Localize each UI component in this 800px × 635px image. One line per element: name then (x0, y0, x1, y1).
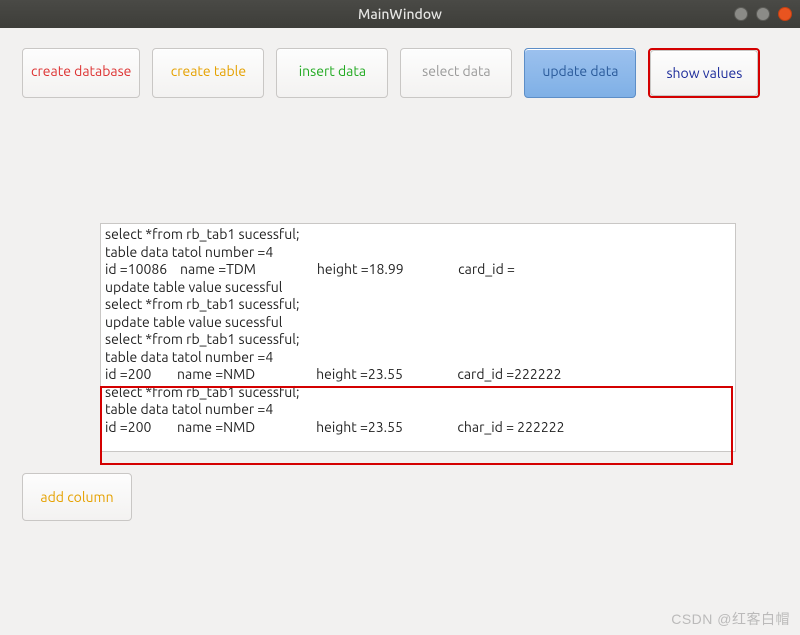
output-container: select *from rb_tab1 sucessful; table da… (100, 223, 736, 452)
minimize-icon[interactable] (734, 7, 748, 21)
titlebar: MainWindow (0, 0, 800, 28)
create-database-button[interactable]: create database (22, 48, 140, 98)
add-column-button[interactable]: add column (22, 473, 132, 521)
show-values-button[interactable]: show values (650, 50, 758, 96)
maximize-icon[interactable] (756, 7, 770, 21)
close-icon[interactable] (778, 7, 792, 21)
highlight-show-values: show values (648, 48, 760, 98)
toolbar: create database create table insert data… (22, 48, 778, 98)
watermark: CSDN @红客白帽 (671, 609, 790, 629)
update-data-button[interactable]: update data (524, 48, 636, 98)
create-table-button[interactable]: create table (152, 48, 264, 98)
window-title: MainWindow (358, 6, 442, 22)
output-textarea[interactable]: select *from rb_tab1 sucessful; table da… (100, 223, 736, 452)
insert-data-button[interactable]: insert data (276, 48, 388, 98)
content-area: create database create table insert data… (0, 28, 800, 635)
window-controls (734, 7, 792, 21)
select-data-button[interactable]: select data (400, 48, 512, 98)
